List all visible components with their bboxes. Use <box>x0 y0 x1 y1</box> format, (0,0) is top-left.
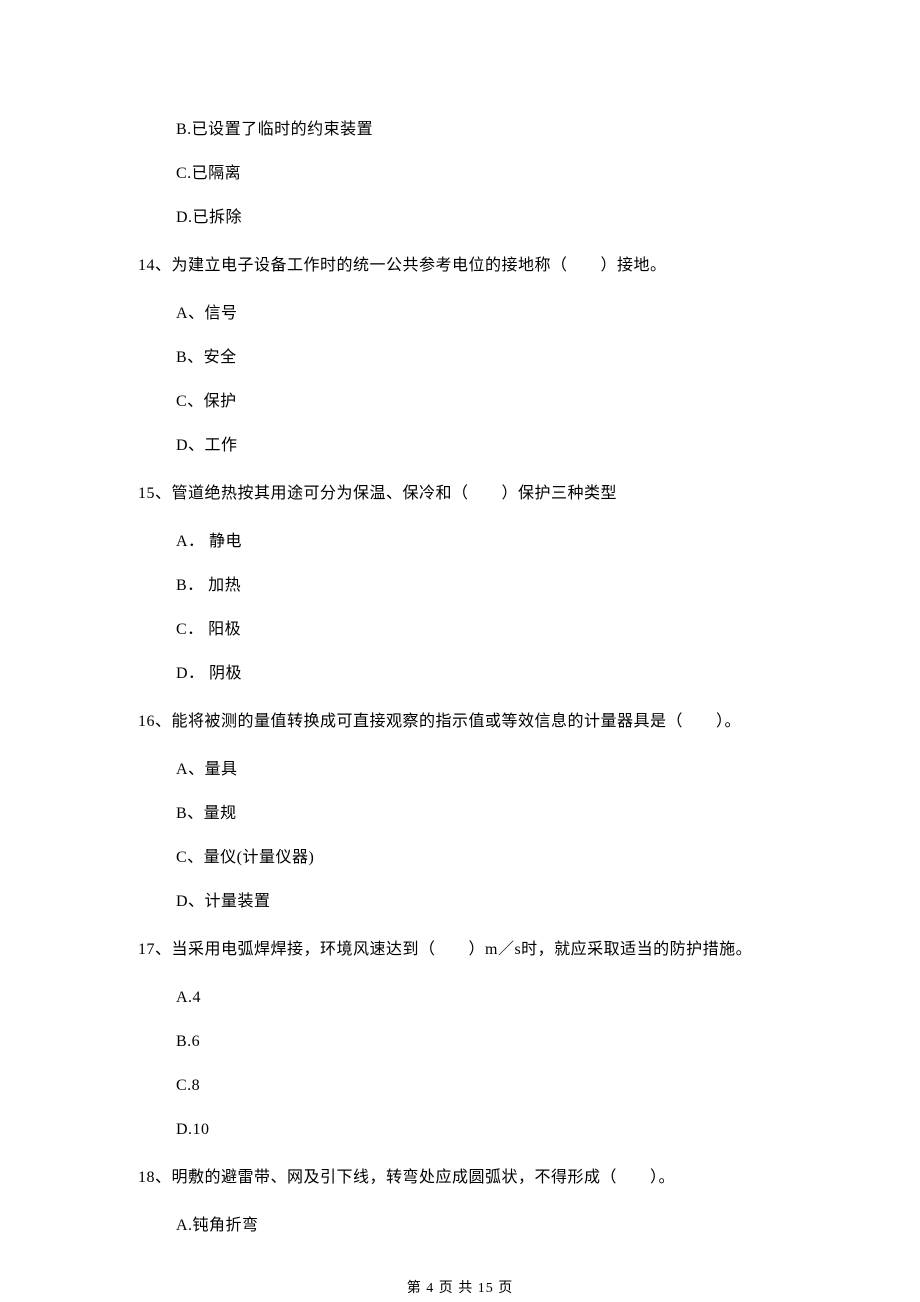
option: B.6 <box>176 1030 782 1054</box>
question-stem: 15、管道绝热按其用途可分为保温、保冷和（ ）保护三种类型 <box>138 482 782 506</box>
option: D、工作 <box>176 434 782 458</box>
option: C、量仪(计量仪器) <box>176 846 782 870</box>
option: B、量规 <box>176 802 782 826</box>
option: D.已拆除 <box>176 206 782 230</box>
options-block: A、量具 B、量规 C、量仪(计量仪器) D、计量装置 <box>138 758 782 914</box>
options-block: A.4 B.6 C.8 D.10 <box>138 986 782 1142</box>
option: C． 阳极 <box>176 618 782 642</box>
question-stem: 17、当采用电弧焊焊接，环境风速达到（ ）m／s时，就应采取适当的防护措施。 <box>138 938 782 962</box>
option: D． 阴极 <box>176 662 782 686</box>
option: A、量具 <box>176 758 782 782</box>
page-footer: 第 4 页 共 15 页 <box>0 1278 920 1299</box>
option: C.8 <box>176 1074 782 1098</box>
option: D.10 <box>176 1118 782 1142</box>
options-block: A、信号 B、安全 C、保护 D、工作 <box>138 302 782 458</box>
question-stem: 18、明敷的避雷带、网及引下线，转弯处应成圆弧状，不得形成（ ）。 <box>138 1166 782 1190</box>
option: A、信号 <box>176 302 782 326</box>
option: A． 静电 <box>176 530 782 554</box>
question-stem: 16、能将被测的量值转换成可直接观察的指示值或等效信息的计量器具是（ ）。 <box>138 710 782 734</box>
option: B． 加热 <box>176 574 782 598</box>
option: A.钝角折弯 <box>176 1214 782 1238</box>
option: C.已隔离 <box>176 162 782 186</box>
option: D、计量装置 <box>176 890 782 914</box>
option: B.已设置了临时的约束装置 <box>176 118 782 142</box>
option: A.4 <box>176 986 782 1010</box>
options-block: A． 静电 B． 加热 C． 阳极 D． 阴极 <box>138 530 782 686</box>
option: C、保护 <box>176 390 782 414</box>
options-block: A.钝角折弯 <box>138 1214 782 1238</box>
page-content: B.已设置了临时的约束装置 C.已隔离 D.已拆除 14、为建立电子设备工作时的… <box>0 118 920 1238</box>
lead-options-block: B.已设置了临时的约束装置 C.已隔离 D.已拆除 <box>138 118 782 230</box>
option: B、安全 <box>176 346 782 370</box>
question-stem: 14、为建立电子设备工作时的统一公共参考电位的接地称（ ）接地。 <box>138 254 782 278</box>
